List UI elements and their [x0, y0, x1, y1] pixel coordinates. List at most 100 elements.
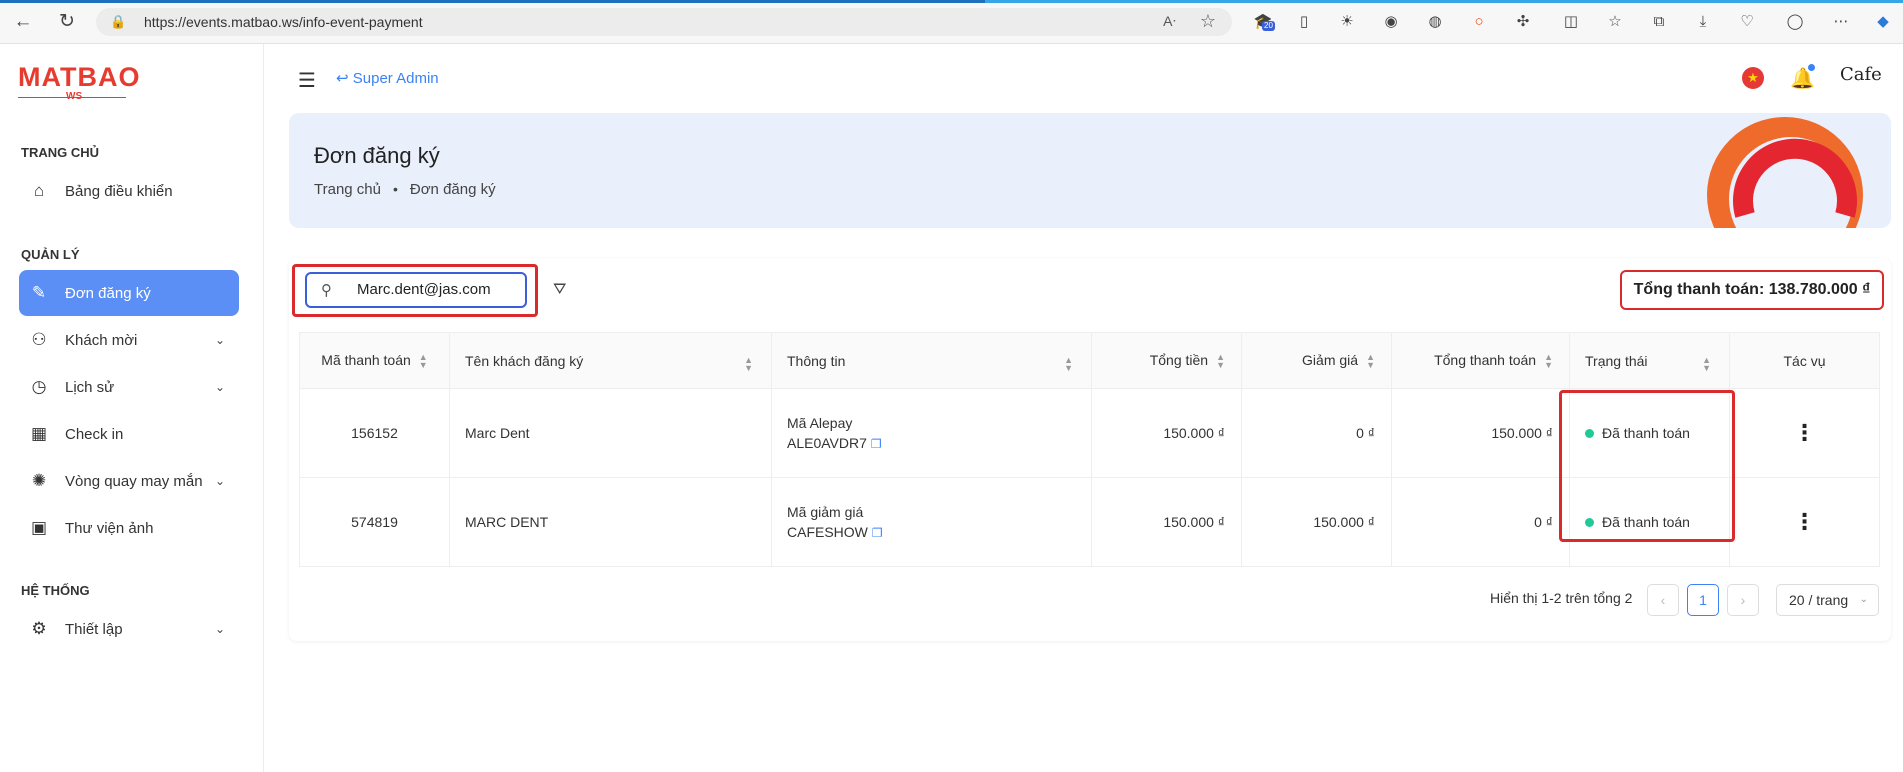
sort-icon[interactable]: ▲ ▼ [1702, 356, 1711, 373]
download-icon[interactable]: ⤓ [1692, 11, 1714, 33]
extension-icon[interactable]: 🎓20 [1252, 11, 1275, 33]
cell-amount: 150.000 ₫ [1091, 477, 1242, 567]
breadcrumb-current: Đơn đăng ký [409, 181, 496, 198]
notification-dot [1808, 64, 1815, 71]
sort-icon[interactable]: ▲ ▼ [1216, 353, 1225, 370]
back-icon[interactable]: ← [12, 11, 34, 33]
home-icon: ⌂ [33, 181, 45, 200]
chevron-down-icon: ⌄ [214, 622, 225, 636]
column-header-amount[interactable]: Tổng tiền ▲ ▼ [1091, 332, 1242, 389]
extension-icon[interactable]: ☀ [1336, 11, 1358, 33]
cell-code: 156152 [299, 388, 450, 478]
more-actions-icon[interactable]: ⋮ [1794, 420, 1816, 445]
puzzle-icon[interactable]: ✣ [1512, 11, 1534, 33]
page-size-select[interactable]: 20 / trang ⌄ [1776, 584, 1879, 616]
prev-page-button[interactable]: ‹ [1647, 584, 1679, 616]
browser-toolbar: ← ↻ 🔒 https://events.matbao.ws/info-even… [0, 0, 1903, 44]
sort-icon[interactable]: ▲ ▼ [1064, 356, 1073, 373]
sidebar-item-label: Đơn đăng ký [65, 284, 151, 302]
more-icon[interactable]: ⋯ [1830, 11, 1852, 33]
search-icon: ⚲ [321, 282, 332, 299]
sort-icon[interactable]: ▲ ▼ [1544, 353, 1553, 370]
sidebar-item-lucky-wheel[interactable]: ✺ Vòng quay may mắn ⌄ [19, 458, 239, 504]
column-header-label: Tổng tiền [1149, 351, 1209, 368]
column-header-code[interactable]: Mã thanh toán ▲ ▼ [299, 332, 450, 389]
cell-discount: 150.000 ₫ [1241, 477, 1392, 567]
copy-icon[interactable]: ❐ [871, 437, 882, 451]
sidebar-item-label: Thư viện ảnh [65, 519, 154, 537]
sidebar-item-registrations[interactable]: ✎ Đơn đăng ký [19, 270, 239, 316]
clock-icon: ◷ [31, 377, 47, 396]
sidebar-item-label: Khách mời [65, 331, 138, 349]
extension-icon[interactable]: ○ [1468, 11, 1490, 33]
column-header-status[interactable]: Trạng thái ▲ ▼ [1569, 332, 1730, 389]
column-header-label: Thông tin [787, 352, 846, 369]
table-row[interactable]: 574819 MARC DENT Mã giảm giá CAFESHOW ❐ 1… [299, 477, 1880, 567]
gear-icon: ⚙ [31, 619, 47, 638]
sort-icon[interactable]: ▲ ▼ [744, 356, 753, 373]
sort-icon[interactable]: ▲ ▼ [419, 353, 428, 370]
super-admin-link[interactable]: ↩ Super Admin [336, 69, 439, 87]
column-header-label: Trạng thái [1585, 352, 1648, 369]
extension-icon[interactable]: ◍ [1424, 11, 1446, 33]
copilot-icon[interactable]: ◆ [1872, 11, 1894, 33]
column-header-label: Tác vụ [1783, 352, 1826, 369]
split-screen-icon[interactable]: ◫ [1560, 11, 1582, 33]
refresh-icon[interactable]: ↻ [56, 11, 78, 33]
column-header-name[interactable]: Tên khách đăng ký ▲ ▼ [449, 332, 772, 389]
search-input[interactable] [357, 281, 519, 298]
breadcrumb-home[interactable]: Trang chủ [314, 181, 381, 198]
extension-icon[interactable]: ◉ [1380, 11, 1402, 33]
favorite-star-icon[interactable]: ☆ [1200, 11, 1216, 32]
avatar[interactable]: Cafe [1840, 64, 1882, 92]
column-header-info[interactable]: Thông tin ▲ ▼ [771, 332, 1092, 389]
cell-code: 574819 [299, 477, 450, 567]
column-header-total[interactable]: Tổng thanh toán ▲ ▼ [1391, 332, 1570, 389]
table-row[interactable]: 156152 Marc Dent Mã Alepay ALE0AVDR7 ❐ 15… [299, 388, 1880, 478]
vietnam-flag-icon[interactable]: ★ [1742, 67, 1764, 89]
sidebar-item-gallery[interactable]: ▣ Thư viện ảnh [19, 505, 239, 551]
cell-amount: 150.000 ₫ [1091, 388, 1242, 478]
column-header-label: Mã thanh toán [321, 351, 411, 368]
sidebar-item-label: Vòng quay may mắn [65, 472, 203, 490]
pagination-summary: Hiển thị 1-2 trên tổng 2 [1490, 590, 1633, 606]
collections-icon[interactable]: ⧉ [1648, 11, 1670, 33]
filter-icon[interactable]: ⛛ [553, 281, 566, 299]
info-label: Mã Alepay [787, 414, 853, 431]
address-bar[interactable]: 🔒 https://events.matbao.ws/info-event-pa… [96, 8, 1232, 36]
favorites-icon[interactable]: ☆ [1604, 11, 1626, 33]
sidebar: MATBAO WS TRANG CHỦ ⌂ Bảng điều khiển QU… [0, 44, 264, 772]
cell-name: Marc Dent [449, 388, 772, 478]
registrations-table: Mã thanh toán ▲ ▼ Tên khách đăng ký ▲ ▼ Thôn… [299, 332, 1880, 567]
extension-icon[interactable]: ▯ [1293, 11, 1315, 33]
read-aloud-icon[interactable]: Aᐧ [1163, 13, 1176, 30]
info-label: Mã giảm giá [787, 503, 864, 520]
more-actions-icon[interactable]: ⋮ [1794, 509, 1816, 534]
search-field[interactable]: ⚲ [305, 272, 527, 308]
column-header-label: Tổng thanh toán [1434, 351, 1537, 368]
cell-discount: 0 ₫ [1241, 388, 1392, 478]
performance-icon[interactable]: ♡ [1736, 11, 1758, 33]
status-dot-icon [1585, 518, 1594, 527]
sidebar-item-label: Thiết lập [65, 620, 123, 638]
extension-badge: 20 [1262, 21, 1275, 31]
cell-info: Mã giảm giá CAFESHOW ❐ [771, 477, 1092, 567]
sort-icon[interactable]: ▲ ▼ [1366, 353, 1375, 370]
page-button-current[interactable]: 1 [1687, 584, 1719, 616]
logo[interactable]: MATBAO WS [18, 62, 141, 102]
copy-icon[interactable]: ❐ [872, 526, 883, 540]
profile-icon[interactable]: ◯ [1784, 11, 1806, 33]
sidebar-item-checkin[interactable]: ▦ Check in [19, 411, 239, 457]
calendar-icon: ▦ [30, 424, 48, 443]
next-page-button[interactable]: › [1727, 584, 1759, 616]
logo-text: MATBAO [18, 62, 141, 92]
status-label: Đã thanh toán [1602, 425, 1690, 441]
sidebar-item-guests[interactable]: ⚇ Khách mời ⌄ [19, 317, 239, 363]
sidebar-item-dashboard[interactable]: ⌂ Bảng điều khiển [19, 168, 239, 214]
column-header-discount[interactable]: Giảm giá ▲ ▼ [1241, 332, 1392, 389]
cell-status: Đã thanh toán [1569, 477, 1730, 567]
sidebar-item-settings[interactable]: ⚙ Thiết lập ⌄ [19, 606, 239, 652]
chevron-down-icon: ⌄ [214, 474, 225, 488]
menu-toggle-icon[interactable]: ☰ [298, 68, 316, 93]
sidebar-item-history[interactable]: ◷ Lịch sử ⌄ [19, 364, 239, 410]
